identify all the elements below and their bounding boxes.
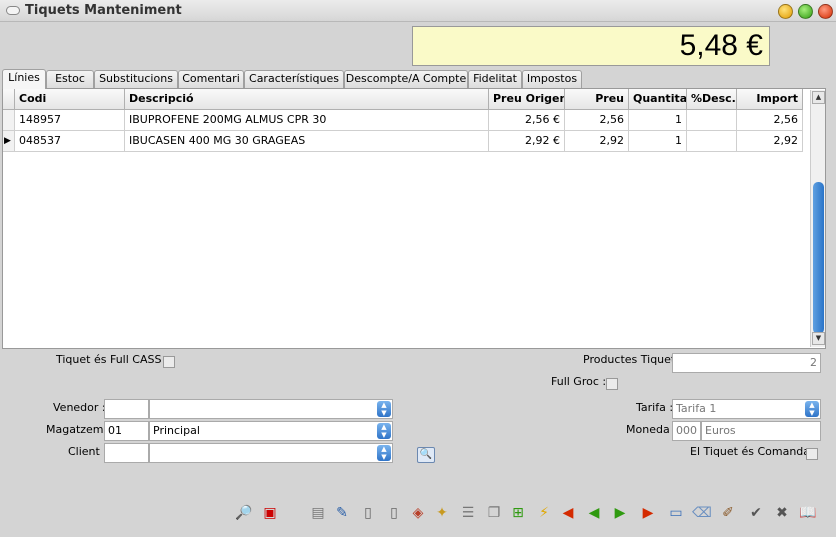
table-row[interactable]: 148957 IBUPROFENE 200MG ALMUS CPR 30 2,5… <box>3 110 809 131</box>
prev-arrow-icon[interactable]: ◀ <box>585 504 603 522</box>
copy-icon[interactable]: ❐ <box>485 504 503 522</box>
close-button[interactable] <box>818 4 833 19</box>
cell-desc[interactable] <box>687 110 737 131</box>
new-doc-icon[interactable]: ✦ <box>433 504 451 522</box>
blank-doc-icon[interactable]: ▭ <box>667 504 685 522</box>
moneda-name-field: Euros <box>701 421 821 441</box>
full-groc-checkbox[interactable] <box>606 378 618 390</box>
cell-quantitat[interactable]: 1 <box>629 131 687 152</box>
book-icon[interactable]: 📖 <box>799 504 817 522</box>
productes-tiquet-label: Productes Tiquet : <box>583 353 683 366</box>
tab-descompte[interactable]: Descompte/A Compte <box>344 70 468 88</box>
list-icon[interactable]: ☰ <box>459 504 477 522</box>
accept-check-icon[interactable]: ✔ <box>747 504 765 522</box>
comanda-label: El Tiquet és Comanda : <box>690 445 818 458</box>
venedor-code-input[interactable] <box>104 399 149 419</box>
scroll-thumb[interactable] <box>813 182 824 334</box>
client-dropdown-icon[interactable]: ▲ ▼ <box>377 445 391 461</box>
cell-import[interactable]: 2,92 <box>737 131 803 152</box>
tab-caracteristiques[interactable]: Característiques <box>244 70 344 88</box>
page-1-icon[interactable]: ▯ <box>359 504 377 522</box>
cell-descripcio[interactable]: IBUCASEN 400 MG 30 GRAGEAS <box>125 131 489 152</box>
venedor-dropdown-icon[interactable]: ▲ ▼ <box>377 401 391 417</box>
moneda-label: Moneda : <box>626 423 677 436</box>
search-doc-icon[interactable]: 🔎 <box>235 504 253 522</box>
column-header-codi[interactable]: Codi <box>15 89 125 110</box>
cell-quantitat[interactable]: 1 <box>629 110 687 131</box>
header-indicator <box>3 89 15 110</box>
scroll-up-icon[interactable]: ▲ <box>812 91 825 104</box>
venedor-select[interactable] <box>149 399 393 419</box>
table-row[interactable]: ▶ 048537 IBUCASEN 400 MG 30 GRAGEAS 2,92… <box>3 131 809 152</box>
column-header-import[interactable]: Import <box>737 89 803 110</box>
venedor-label: Venedor : <box>53 401 106 414</box>
moneda-code-field: 000 <box>672 421 701 441</box>
grid-scrollbar[interactable]: ▲ ▼ <box>810 90 825 347</box>
client-search-icon[interactable]: 🔍 <box>417 447 435 463</box>
client-label: Client : <box>68 445 108 458</box>
tab-linies[interactable]: Línies <box>2 69 46 89</box>
tab-estoc[interactable]: Estoc <box>46 70 94 88</box>
cell-import[interactable]: 2,56 <box>737 110 803 131</box>
tab-substitucions[interactable]: Substitucions <box>94 70 178 88</box>
pdf-icon[interactable]: ▣ <box>261 504 279 522</box>
tab-fidelitat[interactable]: Fidelitat <box>468 70 522 88</box>
tab-comentari[interactable]: Comentari <box>178 70 244 88</box>
window-title: Tiquets Manteniment <box>25 3 182 18</box>
last-arrow-icon[interactable]: ▶ <box>639 504 657 522</box>
scroll-down-icon[interactable]: ▼ <box>812 332 825 345</box>
client-select[interactable] <box>149 443 393 463</box>
column-header-descripcio[interactable]: Descripció <box>125 89 489 110</box>
total-display: 5,48 € <box>412 26 770 66</box>
minimize-button[interactable] <box>778 4 793 19</box>
total-value: 5,48 € <box>679 29 763 62</box>
client-code-input[interactable] <box>104 443 149 463</box>
cell-descripcio[interactable]: IBUPROFENE 200MG ALMUS CPR 30 <box>125 110 489 131</box>
cancel-x-icon[interactable]: ✖ <box>773 504 791 522</box>
cell-preu[interactable]: 2,92 <box>565 131 629 152</box>
lightning-icon[interactable]: ⚡ <box>535 504 553 522</box>
column-header-preu[interactable]: Preu <box>565 89 629 110</box>
next-arrow-icon[interactable]: ▶ <box>611 504 629 522</box>
magatzem-select[interactable]: Principal <box>149 421 393 441</box>
cell-codi[interactable]: 048537 <box>15 131 125 152</box>
clipboard-icon[interactable]: ▤ <box>309 504 327 522</box>
magatzem-dropdown-icon[interactable]: ▲ ▼ <box>377 423 391 439</box>
column-header-quantitat[interactable]: Quantitat <box>629 89 687 110</box>
grid-header: Codi Descripció Preu Origen Preu Quantit… <box>3 89 809 110</box>
tarifa-dropdown-icon[interactable]: ▲ ▼ <box>805 401 819 417</box>
cell-desc[interactable] <box>687 131 737 152</box>
tiquet-full-cass-label: Tiquet és Full CASS : <box>56 353 169 366</box>
productes-tiquet-field: 2 <box>672 353 821 373</box>
tarifa-select[interactable]: Tarifa 1 <box>672 399 821 419</box>
column-header-preu-origen[interactable]: Preu Origen <box>489 89 565 110</box>
first-arrow-icon[interactable]: ◀ <box>559 504 577 522</box>
page-2-icon[interactable]: ▯ <box>385 504 403 522</box>
cell-preu-origen[interactable]: 2,92 € <box>489 131 565 152</box>
magatzem-label: Magatzem : <box>46 423 111 436</box>
tarifa-label: Tarifa : <box>636 401 674 414</box>
column-header-desc[interactable]: %Desc. <box>687 89 737 110</box>
cell-preu[interactable]: 2,56 <box>565 110 629 131</box>
cell-preu-origen[interactable]: 2,56 € <box>489 110 565 131</box>
eraser-icon[interactable]: ⌫ <box>692 504 712 522</box>
tiquet-full-cass-checkbox[interactable] <box>163 356 175 368</box>
current-row-arrow-icon[interactable]: ▶ <box>3 131 15 152</box>
full-groc-label: Full Groc : <box>551 375 607 388</box>
row-indicator[interactable] <box>3 110 15 131</box>
maximize-button[interactable] <box>798 4 813 19</box>
cell-codi[interactable]: 148957 <box>15 110 125 131</box>
window-menu-icon[interactable] <box>6 6 20 15</box>
comanda-checkbox[interactable] <box>806 448 818 460</box>
magatzem-code-input[interactable]: 01 <box>104 421 149 441</box>
tab-impostos[interactable]: Impostos <box>522 70 582 88</box>
edit-doc-icon[interactable]: ✎ <box>333 504 351 522</box>
brush-icon[interactable]: ✐ <box>719 504 737 522</box>
add-doc-icon[interactable]: ⊞ <box>509 504 527 522</box>
import-icon[interactable]: ◈ <box>409 504 427 522</box>
title-bar: Tiquets Manteniment <box>0 0 836 22</box>
lines-grid: Codi Descripció Preu Origen Preu Quantit… <box>2 88 826 349</box>
